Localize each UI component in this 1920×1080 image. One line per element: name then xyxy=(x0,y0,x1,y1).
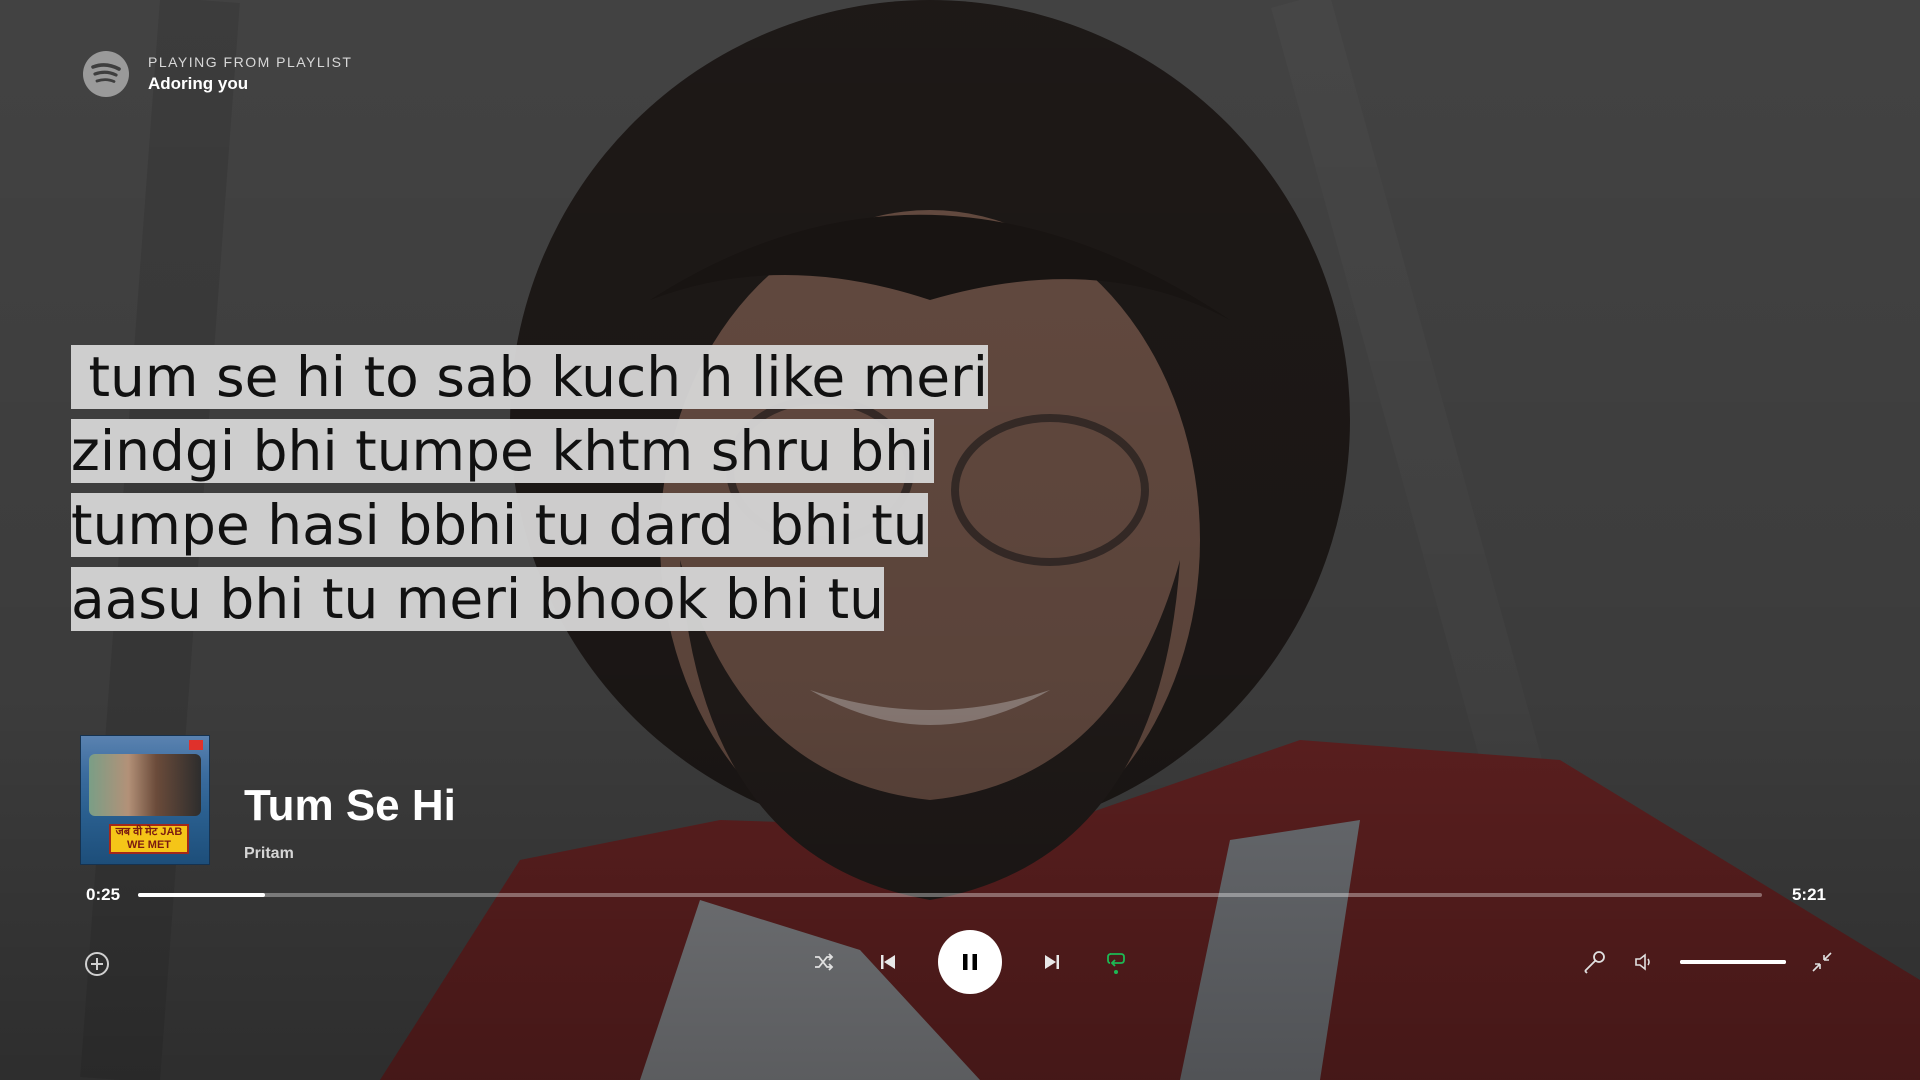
duration-time: 5:21 xyxy=(1791,885,1826,904)
volume-slider[interactable] xyxy=(1680,960,1786,964)
shuffle-button[interactable] xyxy=(810,948,838,976)
album-cover[interactable]: जब वी मेट JAB WE MET xyxy=(80,735,210,865)
playback-controls xyxy=(810,930,1130,994)
skip-forward-icon xyxy=(1045,955,1059,969)
now-playing-info: जब वी मेट JAB WE MET Tum Se Hi Pritam xyxy=(80,735,456,865)
lyric-line[interactable]: tum se hi to sab kuch h like meri xyxy=(71,345,989,409)
volume-icon xyxy=(1635,953,1650,971)
pause-button[interactable] xyxy=(938,930,1002,994)
track-title[interactable]: Tum Se Hi xyxy=(244,781,456,831)
fullscreen-player: PLAYING FROM PLAYLIST Adoring you tum se… xyxy=(0,0,1920,1080)
elapsed-time: 0:25 xyxy=(86,885,121,904)
repeat-active-dot xyxy=(1114,970,1118,974)
minimize-icon xyxy=(1812,952,1832,972)
lyrics-button[interactable] xyxy=(1580,948,1608,976)
track-artist[interactable]: Pritam xyxy=(244,845,456,863)
lyric-line[interactable]: aasu bhi tu meri bhook bhi tu xyxy=(71,567,884,631)
lyric-line[interactable]: zindgi bhi tumpe khtm shru bhi xyxy=(71,419,935,483)
lyrics-panel: tum se hi to sab kuch h like meri zindgi… xyxy=(71,345,1171,641)
right-controls xyxy=(1580,948,1836,976)
lyric-line[interactable]: tumpe hasi bbhi tu dard bhi tu xyxy=(71,493,928,557)
pause-icon xyxy=(963,954,977,970)
header-text: PLAYING FROM PLAYLIST Adoring you xyxy=(148,54,352,94)
spotify-logo-icon[interactable] xyxy=(82,50,130,98)
playback-progress: 0:25 5:21 xyxy=(86,880,1826,910)
playing-from-label: PLAYING FROM PLAYLIST xyxy=(148,54,353,70)
volume-slider-fill xyxy=(1680,960,1786,964)
skip-back-icon xyxy=(881,955,895,969)
progress-bar[interactable] xyxy=(138,893,1762,897)
cover-title-text: जब वी मेट JAB WE MET xyxy=(109,824,189,854)
microphone-icon xyxy=(1584,951,1605,974)
next-button[interactable] xyxy=(1038,948,1066,976)
playlist-name[interactable]: Adoring you xyxy=(148,74,352,94)
playing-from-header: PLAYING FROM PLAYLIST Adoring you xyxy=(82,50,352,98)
progress-bar-fill xyxy=(138,893,265,897)
repeat-icon xyxy=(1107,953,1125,967)
volume-button[interactable] xyxy=(1630,948,1658,976)
shuffle-icon xyxy=(815,953,834,971)
track-info: Tum Se Hi Pritam xyxy=(244,781,456,865)
repeat-button[interactable] xyxy=(1102,948,1130,976)
add-to-library-button[interactable] xyxy=(83,950,111,978)
plus-circle-icon xyxy=(85,952,109,976)
left-controls xyxy=(83,950,111,978)
previous-button[interactable] xyxy=(874,948,902,976)
cover-photo xyxy=(89,754,201,816)
exit-fullscreen-button[interactable] xyxy=(1808,948,1836,976)
cover-label-badge xyxy=(189,740,203,750)
